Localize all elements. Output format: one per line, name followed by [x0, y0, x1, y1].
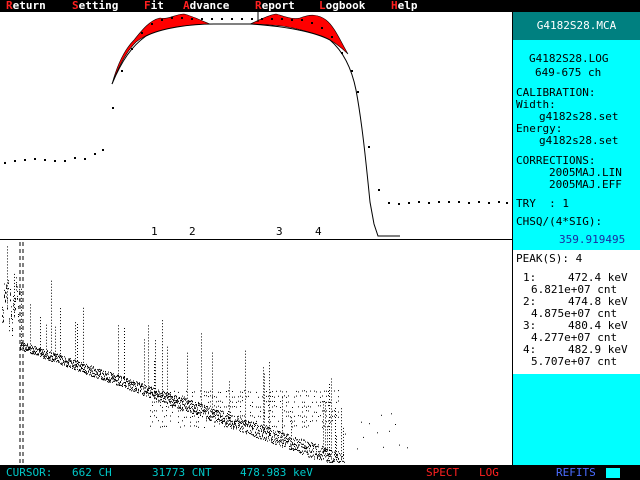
measured-points — [4, 17, 508, 205]
cursor-energy: 478.983 keV — [240, 466, 313, 479]
menu-advance[interactable]: Advance — [183, 0, 229, 12]
info-panel: G4182S28.MCA G4182S28.LOG 649-675 ch CAL… — [513, 12, 640, 465]
peak-marker-2: 2 — [189, 225, 196, 238]
spectrum-canvas — [2, 242, 408, 465]
fit-plot-canvas: 1 2 3 4 — [4, 12, 508, 238]
peak-marker-1: 1 — [151, 225, 158, 238]
correction-eff: 2005MAJ.EFF — [549, 178, 622, 191]
try-counter: TRY : 1 — [516, 197, 569, 210]
energy-file: g4182s28.set — [539, 134, 619, 147]
status-bar: CURSOR: 662 CH 31773 CNT 478.983 keV SPE… — [0, 466, 640, 480]
refits-indicator: REFITS — [556, 466, 596, 479]
cursor-channel: 662 CH — [72, 466, 112, 479]
log-mode[interactable]: LOG — [479, 466, 499, 480]
block-cursor-icon — [606, 468, 620, 478]
menu-return[interactable]: Return — [6, 0, 46, 12]
fit-component-right — [249, 13, 349, 55]
peak-marker-3: 3 — [276, 225, 283, 238]
fit-plot[interactable]: 1 2 3 4 — [0, 12, 513, 239]
chisq-label: CHSQ/(4*SIG): — [516, 215, 603, 228]
peaks-count: PEAK(S): 4 — [516, 252, 583, 265]
channel-range: 649-675 ch — [535, 66, 602, 79]
peak-marker-4: 4 — [315, 225, 322, 238]
cursor-label: CURSOR: — [6, 466, 53, 479]
menu-help[interactable]: Help — [391, 0, 418, 12]
fit-envelope-line — [111, 23, 400, 237]
spectrum-plot[interactable] — [0, 240, 513, 465]
menu-bar: Return Setting Fit Advance Report Logboo… — [0, 0, 640, 12]
chisq-value: 359.919495 — [559, 233, 626, 246]
spectrum-counts — [2, 246, 408, 463]
menu-report[interactable]: Report — [255, 0, 295, 12]
log-file-name: G4182S28.LOG — [529, 52, 609, 65]
menu-logbook[interactable]: Logbook — [319, 0, 365, 12]
spectrum-file-title: G4182S28.MCA — [513, 12, 640, 40]
cursor-counts: 31773 CNT — [152, 466, 212, 479]
menu-fit[interactable]: Fit — [144, 0, 164, 12]
peak-4-counts: 5.707e+07 cnt — [531, 355, 618, 368]
spect-mode[interactable]: SPECT — [426, 466, 459, 480]
menu-setting[interactable]: Setting — [72, 0, 118, 12]
peaks-table: PEAK(S): 4 1: 472.4 keV 6.821e+07 cnt 2:… — [513, 250, 640, 374]
